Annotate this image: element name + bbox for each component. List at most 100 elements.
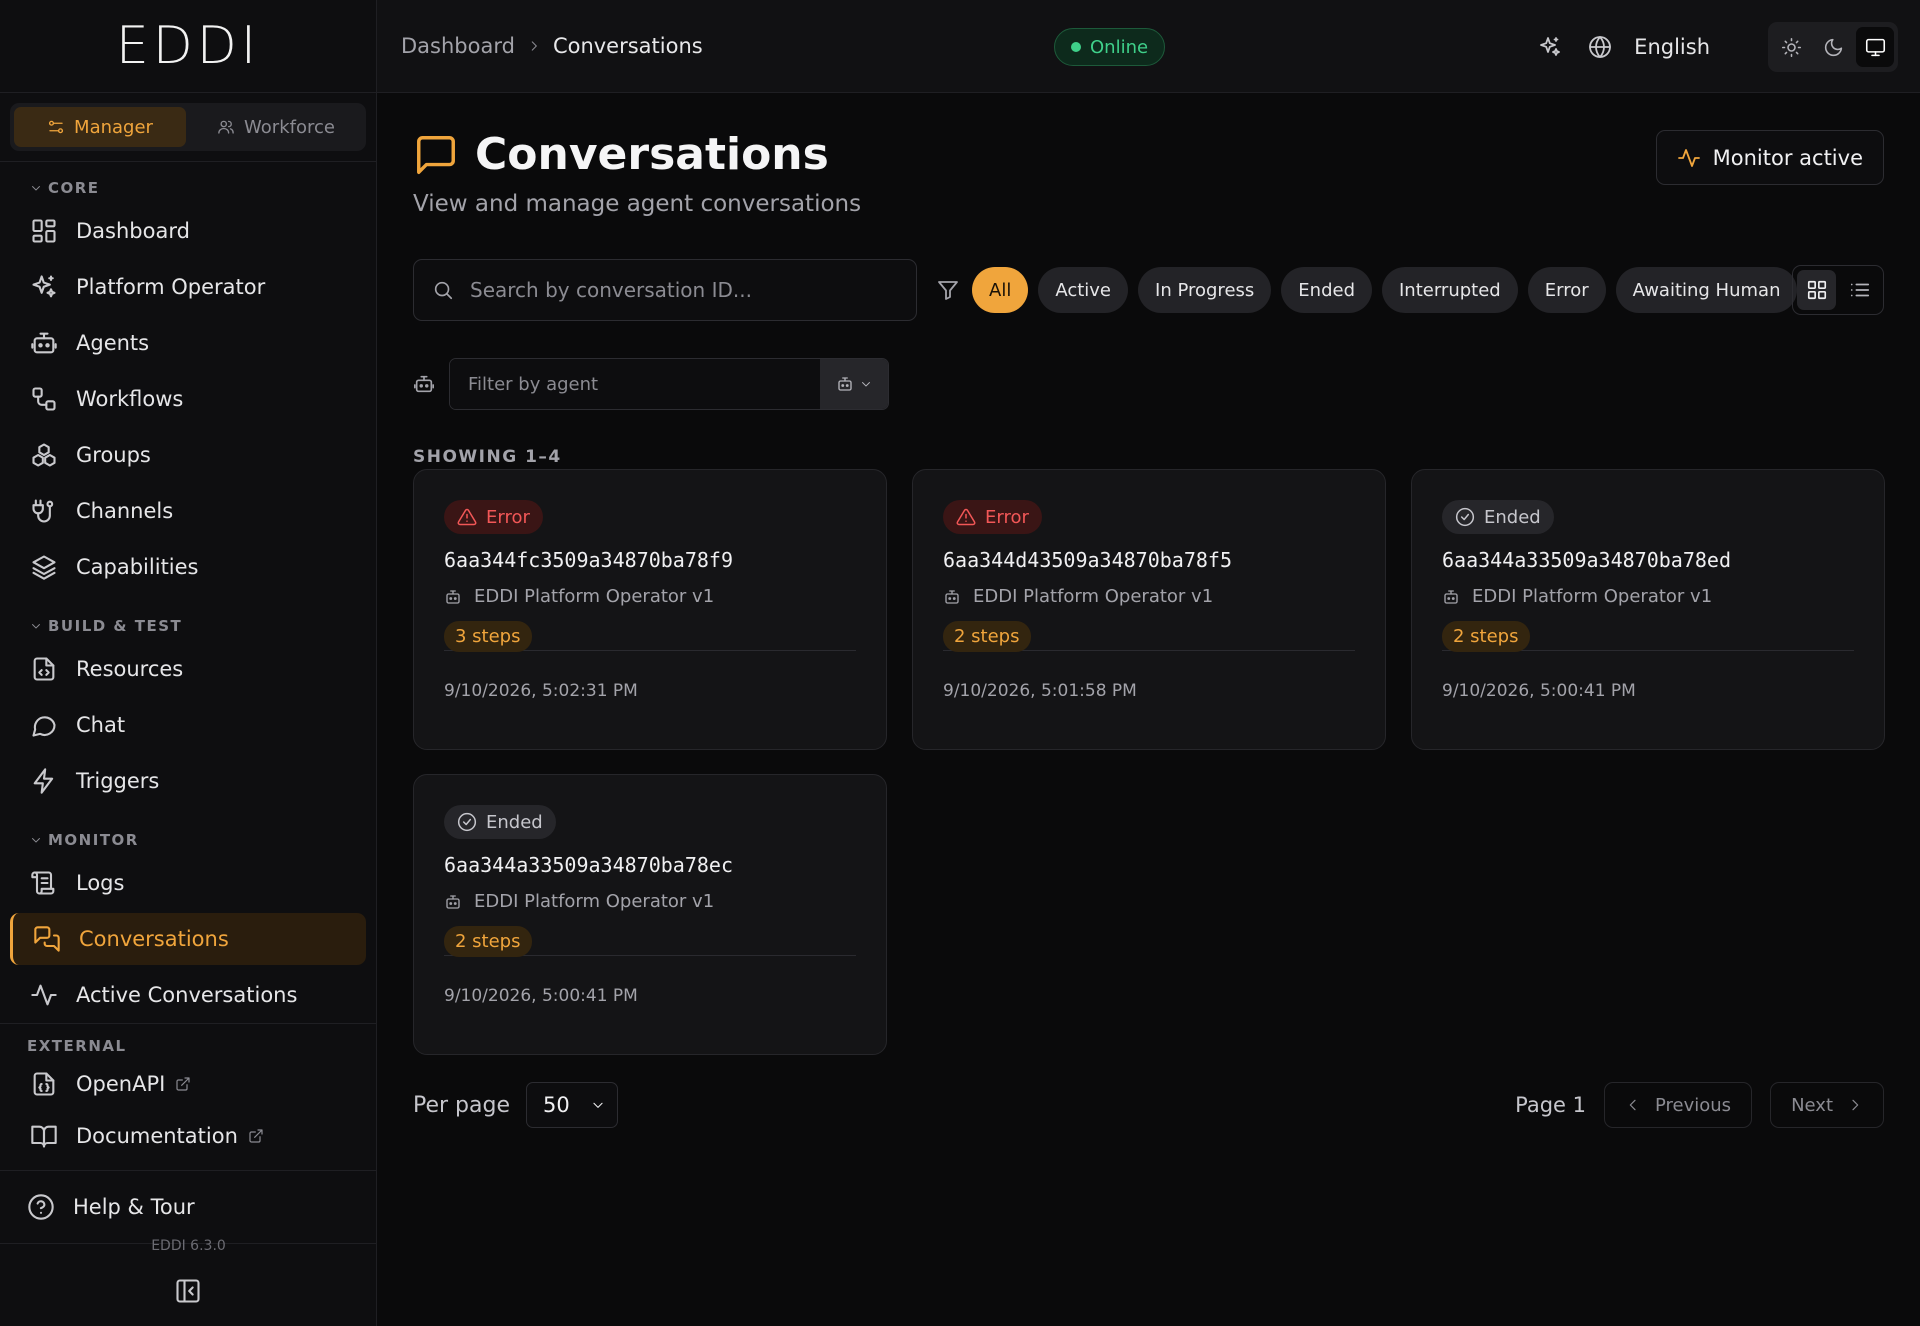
sidebar-item-active-conversations[interactable]: Active Conversations bbox=[10, 969, 366, 1021]
theme-dark-button[interactable] bbox=[1814, 27, 1852, 67]
conversation-card[interactable]: Error 6aa344d43509a34870ba78f5 EDDI Plat… bbox=[912, 469, 1386, 750]
filter-chip-all[interactable]: All bbox=[972, 267, 1029, 313]
sidebar-item-label: Dashboard bbox=[76, 219, 190, 243]
theme-system-button[interactable] bbox=[1856, 27, 1894, 67]
conversation-card[interactable]: Error 6aa344fc3509a34870ba78f9 EDDI Plat… bbox=[413, 469, 887, 750]
search-input[interactable] bbox=[470, 278, 890, 302]
steps-badge: 2 steps bbox=[943, 621, 1031, 652]
mode-workforce-button[interactable]: Workforce bbox=[190, 107, 362, 147]
conversation-id: 6aa344d43509a34870ba78f5 bbox=[943, 548, 1232, 572]
sidebar-item-label: Resources bbox=[76, 657, 184, 681]
page-title: Conversations bbox=[475, 129, 829, 180]
monitor-active-button[interactable]: Monitor active bbox=[1655, 130, 1884, 185]
list-view-button[interactable] bbox=[1840, 270, 1879, 310]
divider bbox=[0, 161, 376, 162]
grid-view-button[interactable] bbox=[1797, 270, 1836, 310]
agent-name: EDDI Platform Operator v1 bbox=[973, 586, 1214, 607]
section-external-label-wrap: EXTERNAL bbox=[0, 1036, 376, 1056]
logo[interactable]: EDDI bbox=[0, 0, 376, 93]
sliders-icon bbox=[48, 120, 64, 134]
chat-bubble-icon bbox=[32, 716, 56, 737]
sidebar-item-conversations[interactable]: Conversations bbox=[10, 913, 366, 965]
sidebar-item-capabilities[interactable]: Capabilities bbox=[10, 541, 366, 593]
alert-triangle-icon bbox=[457, 508, 477, 526]
filter-chip-interrupted[interactable]: Interrupted bbox=[1382, 267, 1518, 313]
agent-name: EDDI Platform Operator v1 bbox=[474, 586, 715, 607]
sidebar-item-label: Workflows bbox=[76, 387, 184, 411]
section-monitor-toggle[interactable]: MONITOR bbox=[0, 829, 376, 851]
sidebar-item-label: OpenAPI bbox=[76, 1072, 166, 1096]
moon-icon bbox=[1824, 38, 1842, 56]
bot-icon bbox=[414, 375, 434, 393]
theme-light-button[interactable] bbox=[1772, 27, 1810, 67]
lightning-icon bbox=[33, 768, 54, 794]
previous-label: Previous bbox=[1654, 1094, 1732, 1116]
search-box bbox=[413, 259, 917, 321]
filter-chip-active[interactable]: Active bbox=[1038, 267, 1129, 313]
per-page-select[interactable]: 50 bbox=[526, 1082, 619, 1128]
sidebar-item-resources[interactable]: Resources bbox=[10, 643, 366, 695]
mode-manager-label: Manager bbox=[74, 116, 153, 138]
sidebar-item-channels[interactable]: Channels bbox=[10, 485, 366, 537]
sidebar-item-dashboard[interactable]: Dashboard bbox=[10, 205, 366, 257]
language-selector[interactable]: English bbox=[1634, 35, 1710, 59]
divider bbox=[0, 1023, 376, 1024]
per-page-value: 50 bbox=[543, 1093, 570, 1117]
next-page-button[interactable]: Next bbox=[1770, 1082, 1884, 1128]
chevron-down-icon bbox=[32, 186, 40, 191]
theme-switch bbox=[1768, 22, 1898, 72]
sidebar-item-chat[interactable]: Chat bbox=[10, 699, 366, 751]
filter-chip-awaiting-human[interactable]: Awaiting Human bbox=[1615, 267, 1798, 313]
conversation-card[interactable]: Ended 6aa344a33509a34870ba78ed EDDI Plat… bbox=[1411, 469, 1885, 750]
filter-chip-in-progress[interactable]: In Progress bbox=[1138, 267, 1272, 313]
sidebar-item-documentation[interactable]: Documentation bbox=[10, 1112, 366, 1160]
sidebar-item-platform-operator[interactable]: Platform Operator bbox=[10, 261, 366, 313]
agent-dropdown-button[interactable] bbox=[820, 359, 888, 409]
file-braces-icon bbox=[33, 1072, 55, 1096]
filter-chip-error[interactable]: Error bbox=[1527, 267, 1606, 313]
collapse-sidebar-button[interactable] bbox=[174, 1277, 202, 1305]
topbar: Dashboard Conversations Online English bbox=[377, 0, 1920, 93]
activity-icon bbox=[31, 984, 57, 1006]
chevron-down-icon bbox=[593, 1102, 603, 1108]
conversation-id: 6aa344fc3509a34870ba78f9 bbox=[444, 548, 733, 572]
sidebar-item-agents[interactable]: Agents bbox=[10, 317, 366, 369]
mode-manager-button[interactable]: Manager bbox=[14, 107, 186, 147]
dashboard-icon bbox=[32, 219, 56, 243]
monitor-icon bbox=[1865, 38, 1885, 56]
agent-filter-input[interactable] bbox=[450, 359, 820, 409]
status-badge: Online bbox=[1054, 28, 1166, 66]
grid-icon bbox=[1807, 280, 1826, 300]
sidebar-item-label: Logs bbox=[76, 871, 125, 895]
section-build-toggle[interactable]: BUILD & TEST bbox=[0, 615, 376, 637]
section-core-label: CORE bbox=[48, 179, 100, 197]
bot-icon bbox=[446, 894, 460, 909]
filter-chip-ended[interactable]: Ended bbox=[1281, 267, 1372, 313]
chevron-right-icon bbox=[1852, 1099, 1859, 1111]
language-globe-button[interactable] bbox=[1584, 31, 1616, 63]
sidebar-item-groups[interactable]: Groups bbox=[10, 429, 366, 481]
conversation-card[interactable]: Ended 6aa344a33509a34870ba78ec EDDI Plat… bbox=[413, 774, 887, 1055]
page-indicator: Page 1 bbox=[1515, 1093, 1586, 1117]
breadcrumb-dashboard-link[interactable]: Dashboard bbox=[401, 34, 515, 58]
users-icon bbox=[218, 120, 234, 134]
conversation-timestamp: 9/10/2026, 5:02:31 PM bbox=[444, 681, 638, 701]
sidebar-item-triggers[interactable]: Triggers bbox=[10, 755, 366, 807]
sidebar-item-logs[interactable]: Logs bbox=[10, 857, 366, 909]
list-icon bbox=[1850, 283, 1869, 297]
conversation-id: 6aa344a33509a34870ba78ed bbox=[1442, 548, 1731, 572]
status-badge: Error bbox=[444, 500, 543, 534]
section-core-toggle[interactable]: CORE bbox=[0, 177, 376, 199]
section-external-label: EXTERNAL bbox=[27, 1037, 127, 1055]
results-count: SHOWING 1–4 bbox=[413, 447, 562, 467]
sidebar-item-workflows[interactable]: Workflows bbox=[10, 373, 366, 425]
scroll-icon bbox=[31, 871, 55, 895]
steps-badge: 2 steps bbox=[444, 926, 532, 957]
pagination: Per page 50 Page 1 Previous Next bbox=[413, 1081, 1884, 1129]
help-tour-button[interactable]: Help & Tour bbox=[10, 1179, 366, 1235]
ai-assistant-button[interactable] bbox=[1534, 31, 1566, 63]
sidebar-item-openapi[interactable]: OpenAPI bbox=[10, 1060, 366, 1108]
sidebar-item-label: Groups bbox=[76, 443, 151, 467]
help-tour-label: Help & Tour bbox=[73, 1195, 195, 1219]
previous-page-button[interactable]: Previous bbox=[1603, 1082, 1753, 1128]
